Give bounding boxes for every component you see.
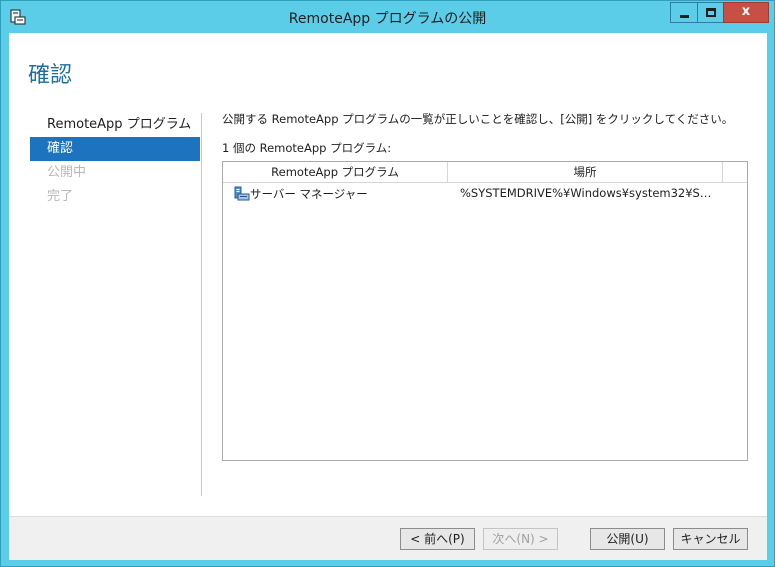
instruction-text: 公開する RemoteApp プログラムの一覧が正しいことを確認し、[公開] を… bbox=[222, 112, 734, 126]
button-bar: < 前へ(P) 次へ(N) > 公開(U) キャンセル bbox=[9, 516, 767, 560]
maximize-icon bbox=[706, 8, 716, 17]
step-publishing: 公開中 bbox=[47, 165, 87, 180]
column-header-spacer bbox=[723, 162, 747, 182]
program-list[interactable]: RemoteApp プログラム 場所 サーバー マネージャー %SYSTEMDR… bbox=[222, 161, 748, 461]
minimize-icon bbox=[680, 15, 689, 18]
list-item[interactable]: サーバー マネージャー %SYSTEMDRIVE%¥Windows¥system… bbox=[223, 183, 747, 203]
maximize-button[interactable] bbox=[697, 2, 724, 23]
list-header: RemoteApp プログラム 場所 bbox=[223, 162, 747, 183]
publish-button[interactable]: 公開(U) bbox=[590, 528, 665, 550]
title-bar[interactable]: RemoteApp プログラムの公開 x bbox=[1, 1, 774, 33]
nav-divider bbox=[201, 113, 202, 496]
step-confirmation[interactable]: 確認 bbox=[30, 137, 200, 161]
cancel-button[interactable]: キャンセル bbox=[673, 528, 748, 550]
program-count-label: 1 個の RemoteApp プログラム: bbox=[222, 141, 392, 155]
previous-button[interactable]: < 前へ(P) bbox=[400, 528, 475, 550]
program-location: %SYSTEMDRIVE%¥Windows¥system32¥S… bbox=[460, 186, 712, 200]
window-title: RemoteApp プログラムの公開 bbox=[288, 11, 487, 27]
next-button: 次へ(N) > bbox=[483, 528, 558, 550]
wizard-content: 確認 RemoteApp プログラム 確認 公開中 完了 公開する Remote… bbox=[9, 33, 767, 560]
confirmation-panel: 公開する RemoteApp プログラムの一覧が正しいことを確認し、[公開] を… bbox=[222, 111, 752, 461]
column-header-program[interactable]: RemoteApp プログラム bbox=[223, 162, 448, 182]
minimize-button[interactable] bbox=[670, 2, 698, 23]
wizard-steps: RemoteApp プログラム 確認 公開中 完了 bbox=[30, 113, 200, 209]
step-completion: 完了 bbox=[47, 189, 74, 204]
close-button[interactable]: x bbox=[723, 2, 769, 23]
page-title: 確認 bbox=[28, 63, 73, 88]
program-name: サーバー マネージャー bbox=[250, 187, 368, 201]
close-icon: x bbox=[741, 4, 751, 19]
step-remoteapp-programs[interactable]: RemoteApp プログラム bbox=[30, 113, 200, 137]
column-header-location[interactable]: 場所 bbox=[448, 162, 723, 182]
wizard-window: RemoteApp プログラムの公開 x 確認 RemoteApp プログラム … bbox=[0, 0, 775, 567]
server-manager-icon bbox=[234, 186, 250, 201]
